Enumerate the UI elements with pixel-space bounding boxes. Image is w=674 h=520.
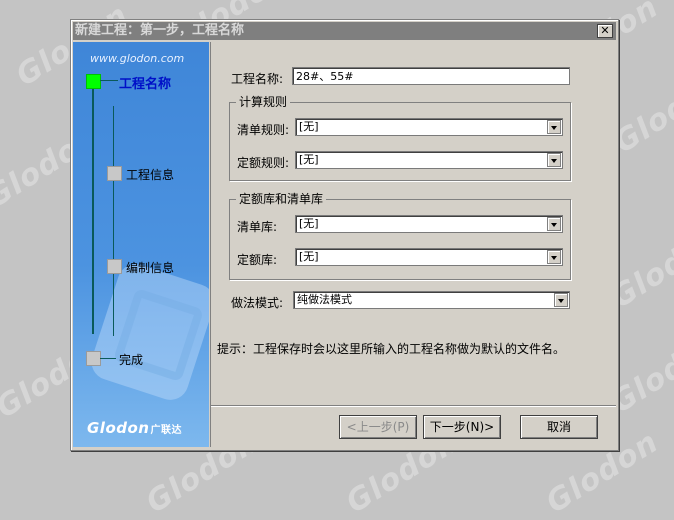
close-icon: ✕: [600, 24, 610, 37]
calc-rules-title: 计算规则: [236, 95, 291, 109]
bill-lib-select[interactable]: [无]: [295, 215, 563, 233]
bill-rule-value: [无]: [299, 120, 319, 133]
project-name-label: 工程名称:: [231, 72, 284, 86]
website-label: www.glodon.com: [90, 52, 185, 65]
quota-lib-value: [无]: [299, 250, 319, 263]
bill-lib-value: [无]: [299, 217, 319, 230]
bill-rule-select[interactable]: [无]: [295, 118, 563, 136]
quota-rule-value: [无]: [299, 153, 319, 166]
bill-lib-label: 清单库:: [237, 220, 278, 234]
brand-name: Glodon: [87, 419, 150, 437]
project-name-input[interactable]: 28#、55#: [292, 67, 570, 85]
cancel-button[interactable]: 取消: [520, 415, 598, 439]
chevron-down-icon[interactable]: [547, 217, 561, 231]
step-line: [92, 84, 94, 334]
chevron-down-icon[interactable]: [547, 250, 561, 264]
panel-divider: [210, 42, 211, 447]
brand-logo: Glodon广联达: [87, 419, 182, 437]
title-bar[interactable]: 新建工程：第一步，工程名称 ✕: [73, 22, 616, 40]
step-2-indicator: [107, 166, 122, 181]
step-4-label: 完成: [119, 353, 144, 367]
close-button[interactable]: ✕: [597, 24, 613, 38]
method-value: 纯做法模式: [297, 293, 352, 306]
step-line: [113, 106, 114, 336]
prev-button[interactable]: <上一步(P): [339, 415, 417, 439]
step-connector: [100, 80, 118, 81]
new-project-dialog: 新建工程：第一步，工程名称 ✕ www.glodon.com 工程名称 工程信息…: [70, 19, 619, 451]
quota-lib-select[interactable]: [无]: [295, 248, 563, 266]
libraries-title: 定额库和清单库: [236, 192, 327, 206]
libraries-group: 定额库和清单库: [229, 192, 571, 280]
method-select[interactable]: 纯做法模式: [293, 291, 570, 309]
chevron-down-icon[interactable]: [547, 120, 561, 134]
bill-rule-label: 清单规则:: [237, 123, 290, 137]
hint-text: 提示：工程保存时会以这里所输入的工程名称做为默认的文件名。: [217, 342, 566, 356]
footer-divider: [211, 405, 616, 406]
chevron-down-icon[interactable]: [554, 293, 568, 307]
step-4-indicator: [86, 351, 101, 366]
wizard-steps-panel: www.glodon.com 工程名称 工程信息 编制信息 完成 Glodon广…: [73, 42, 209, 447]
step-2-label: 工程信息: [126, 168, 175, 182]
quota-lib-label: 定额库:: [237, 253, 278, 267]
chevron-down-icon[interactable]: [547, 153, 561, 167]
step-connector: [100, 358, 116, 359]
window-title: 新建工程：第一步，工程名称: [75, 23, 245, 38]
brand-cn: 广联达: [150, 425, 182, 436]
quota-rule-select[interactable]: [无]: [295, 151, 563, 169]
quota-rule-label: 定额规则:: [237, 156, 290, 170]
step-3-label: 编制信息: [126, 261, 175, 275]
step-3-indicator: [107, 259, 122, 274]
next-button[interactable]: 下一步(N)>: [423, 415, 501, 439]
step-1-label: 工程名称: [119, 77, 172, 92]
step-1-indicator: [86, 74, 101, 89]
method-label: 做法模式:: [231, 296, 284, 310]
